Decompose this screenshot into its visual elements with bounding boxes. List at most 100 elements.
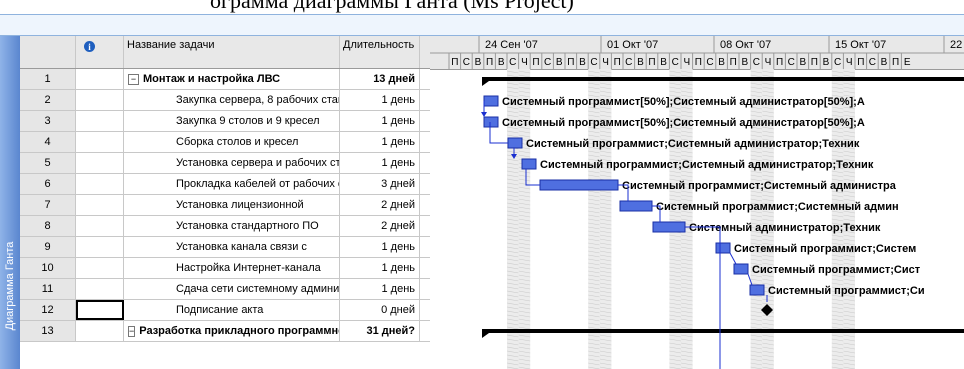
table-row[interactable]: 8 Установка стандартного ПО 2 дней [20,216,430,237]
task-name-cell[interactable]: −Разработка прикладного программного обе… [124,321,340,341]
task-name-cell[interactable]: Установка сервера и рабочих станций [124,153,340,173]
day-label: В [823,57,830,68]
day-label: П [451,57,458,68]
day-label: В [579,57,586,68]
entry-bar[interactable] [0,14,964,36]
duration-cell[interactable]: 2 дней [340,195,420,215]
week-label: 01 Окт '07 [607,39,658,51]
table-row[interactable]: 4 Сборка столов и кресел 1 день [20,132,430,153]
indicator-cell[interactable] [76,279,124,299]
day-label: В [556,57,563,68]
indicator-cell[interactable] [76,216,124,236]
duration-cell[interactable]: 1 день [340,90,420,110]
task-name-column-header[interactable]: Название задачи [124,36,340,68]
gantt-chart[interactable]: 24 Сен '07 01 Окт '07 08 Окт '07 15 Окт '07… [430,36,964,369]
task-name-cell[interactable]: Настройка Интернет-канала [124,258,340,278]
task-name-cell[interactable]: Сборка столов и кресел [124,132,340,152]
view-bar-label: Диаграмма Ганта [4,241,16,331]
task-name-cell[interactable]: − Монтаж и настройка ЛВС [124,69,340,89]
indicator-cell[interactable] [76,237,124,257]
task-name-cell[interactable]: Сдача сети системному администратору [124,279,340,299]
task-name-cell[interactable]: Установка лицензионной [124,195,340,215]
indicator-cell[interactable] [76,90,124,110]
row-id[interactable]: 13 [20,321,76,341]
indicator-cell[interactable] [76,174,124,194]
row-id[interactable]: 12 [20,300,76,320]
indicator-cell[interactable] [76,132,124,152]
row-id[interactable]: 5 [20,153,76,173]
view-bar[interactable]: Диаграмма Ганта [0,36,20,369]
table-row[interactable]: 1 − Монтаж и настройка ЛВС 13 дней [20,69,430,90]
task-name-cell[interactable]: Закупка 9 столов и 9 кресел [124,111,340,131]
day-label: С [590,57,597,68]
indicator-cell[interactable] [76,195,124,215]
task-name-cell[interactable]: Закупка сервера, 8 рабочих станций [124,90,340,110]
row-id[interactable]: 8 [20,216,76,236]
indicator-cell[interactable] [76,300,124,320]
row-spacer [420,237,430,257]
task-name-cell[interactable]: Установка канала связи с [124,237,340,257]
row-id[interactable]: 6 [20,174,76,194]
id-column-header[interactable] [20,36,76,68]
task-name-text: Сборка столов и кресел [176,136,299,148]
table-row[interactable]: 11 Сдача сети системному администратору1 … [20,279,430,300]
row-id[interactable]: 7 [20,195,76,215]
duration-cell[interactable]: 1 день [340,258,420,278]
week-label: 22 [950,39,962,51]
table-row[interactable]: 5 Установка сервера и рабочих станций1 де… [20,153,430,174]
collapse-toggle-icon[interactable]: − [128,73,139,85]
indicators-column-header[interactable]: i [76,36,124,68]
duration-cell[interactable]: 1 день [340,153,420,173]
row-spacer [420,321,430,341]
row-spacer [420,300,430,320]
indicator-cell[interactable] [76,69,124,89]
duration-column-header[interactable]: Длительность [340,36,420,68]
duration-cell[interactable]: 2 дней [340,216,420,236]
day-label: С [625,57,632,68]
row-id[interactable]: 3 [20,111,76,131]
table-row[interactable]: 2 Закупка сервера, 8 рабочих станций1 ден… [20,90,430,111]
indicator-cell[interactable] [76,153,124,173]
row-id[interactable]: 11 [20,279,76,299]
indicator-cell[interactable] [76,111,124,131]
day-label: В [741,57,748,68]
indicator-cell[interactable] [76,258,124,278]
day-label: Ч [765,57,772,68]
duration-cell[interactable]: 1 день [340,237,420,257]
document-caption: ограмма диаграммы Ганта (Ms Project) [210,0,574,13]
indicator-cell[interactable] [76,321,124,341]
table-row[interactable]: 13 −Разработка прикладного программного о… [20,321,430,342]
day-label: С [706,57,713,68]
task-name-cell[interactable]: Прокладка кабелей от рабочих станций [124,174,340,194]
duration-cell[interactable]: 1 день [340,111,420,131]
duration-cell[interactable]: 13 дней [340,69,420,89]
row-spacer [420,216,430,236]
week-label: 15 Окт '07 [835,39,886,51]
task-name-cell[interactable]: Установка стандартного ПО [124,216,340,236]
row-id[interactable]: 2 [20,90,76,110]
day-label: С [463,57,470,68]
row-id[interactable]: 1 [20,69,76,89]
table-row[interactable]: 3 Закупка 9 столов и 9 кресел 1 день [20,111,430,132]
day-label: П [857,57,864,68]
row-spacer [420,153,430,173]
row-id[interactable]: 4 [20,132,76,152]
row-id[interactable]: 10 [20,258,76,278]
task-name-text: Настройка Интернет-канала [176,262,321,274]
table-row[interactable]: 10 Настройка Интернет-канала 1 день [20,258,430,279]
row-id[interactable]: 9 [20,237,76,257]
collapse-toggle-icon[interactable]: − [128,325,136,337]
duration-cell[interactable]: 1 день [340,279,420,299]
duration-cell[interactable]: 3 дней [340,174,420,194]
task-table: i Название задачи Длительность 1 − Монтаж … [20,36,430,369]
table-row[interactable]: 9 Установка канала связи с 1 день [20,237,430,258]
duration-cell[interactable]: 1 день [340,132,420,152]
duration-cell[interactable]: 31 дней? [340,321,420,341]
day-label: С [753,57,760,68]
task-name-cell[interactable]: Подписание акта [124,300,340,320]
table-row[interactable]: 12 Подписание акта 0 дней [20,300,430,321]
table-row[interactable]: 6 Прокладка кабелей от рабочих станций3 д… [20,174,430,195]
table-row[interactable]: 7 Установка лицензионной 2 дней [20,195,430,216]
duration-cell[interactable]: 0 дней [340,300,420,320]
resource-label: Системный программист;Системный админист… [540,159,874,171]
